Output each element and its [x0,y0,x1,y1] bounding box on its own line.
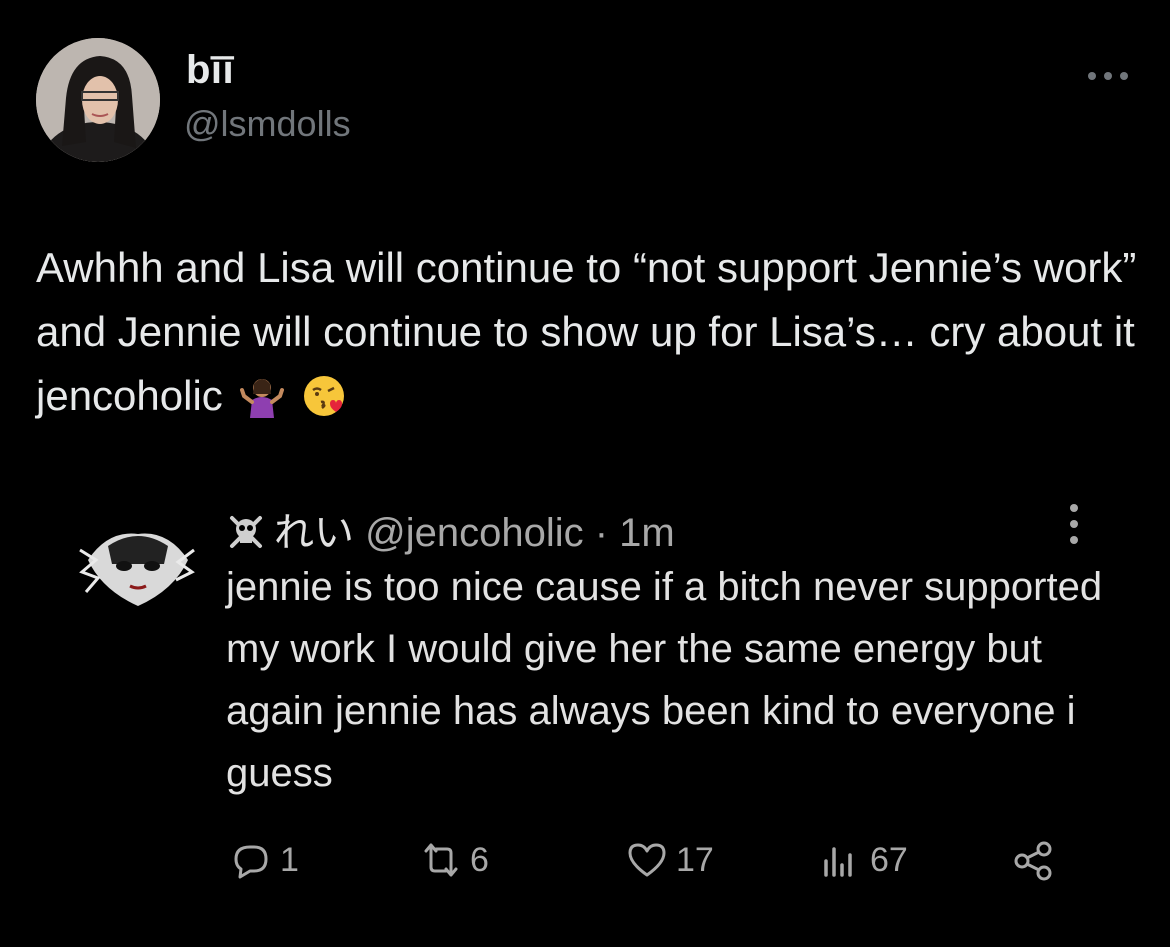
more-options-icon[interactable] [1084,66,1132,86]
like-count: 17 [676,840,714,879]
like-button[interactable]: 17 [624,832,714,888]
author-display-name[interactable]: bīī [186,48,234,93]
tweet-text-content: Awhhh and Lisa will continue to “not sup… [36,244,1137,419]
face-blowing-kiss-emoji [304,376,345,416]
views-button[interactable]: 67 [818,832,908,888]
reply-icon [234,845,268,879]
retweet-count: 6 [470,840,489,879]
quote-timestamp: · 1m [594,511,675,555]
share-icon [1014,841,1052,881]
quote-header: れい @jencoholic · 1m [226,500,675,558]
profile-photo [36,38,160,162]
person-shrugging-emoji [240,379,285,418]
share-button[interactable] [1010,832,1062,888]
author-avatar[interactable] [36,38,160,162]
quote-text: jennie is too nice cause if a bitch neve… [226,565,1103,795]
reply-button[interactable]: 1 [228,832,299,888]
quote-author-name[interactable]: れい [274,511,354,555]
quote-author-avatar[interactable] [78,520,196,616]
skull-crossbones-icon [230,516,262,548]
author-handle[interactable]: @lsmdolls [184,103,351,145]
retweet-button[interactable]: 6 [418,832,489,888]
views-chart-icon [824,847,852,877]
views-count: 67 [870,840,908,879]
quote-action-bar: 1 6 17 67 [0,832,1170,888]
tweet-text: Awhhh and Lisa will continue to “not sup… [36,236,1146,428]
heart-icon [628,843,666,877]
retweet-icon [424,843,458,877]
reply-count: 1 [280,840,299,879]
quote-author-handle[interactable]: @jencoholic [365,511,584,555]
quote-more-icon[interactable] [1066,502,1082,546]
